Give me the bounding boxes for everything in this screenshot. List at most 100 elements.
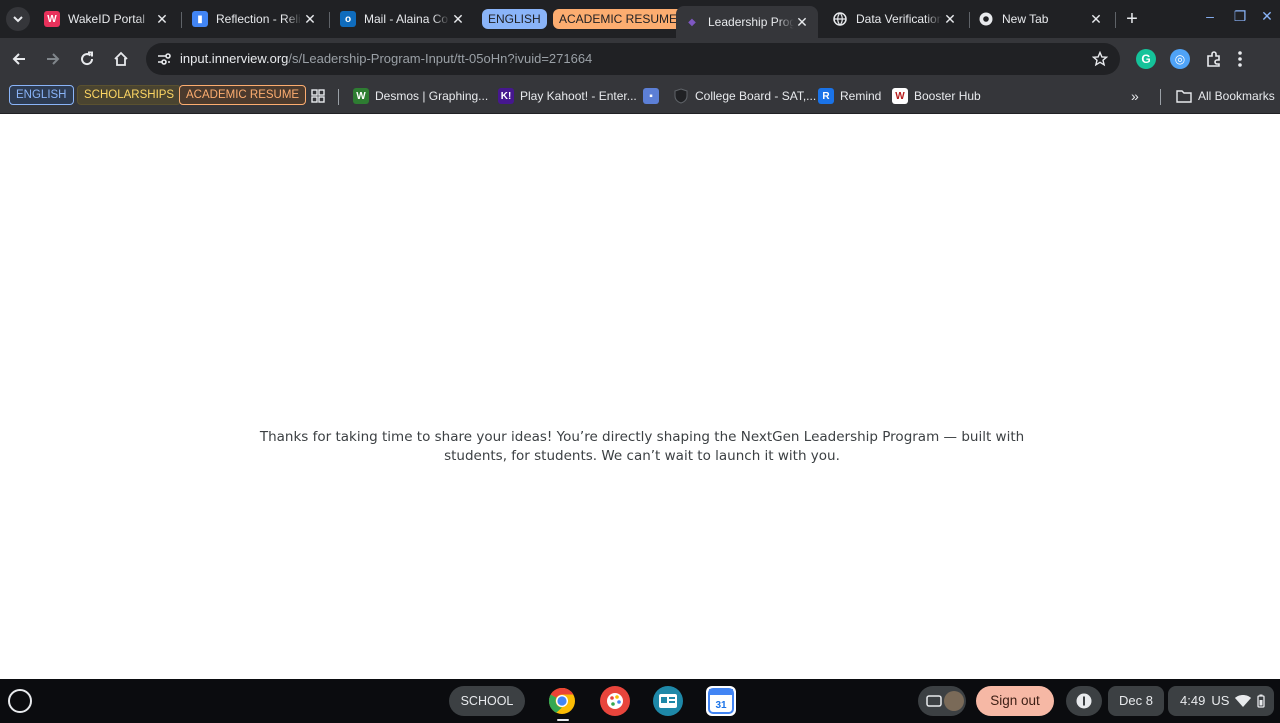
avatar (944, 691, 964, 711)
date-tray[interactable]: Dec 8 (1108, 686, 1164, 716)
tab-group-academic-resume[interactable]: ACADEMIC RESUME (553, 9, 684, 29)
reload-icon (81, 51, 94, 66)
bookmark-booster-hub[interactable]: W Booster Hub (892, 86, 981, 106)
kahoot-icon: K! (498, 88, 514, 104)
chevron-down-icon (13, 16, 23, 23)
close-icon[interactable]: ✕ (1088, 11, 1104, 28)
grammarly-icon[interactable]: G (1136, 49, 1156, 69)
bookmark-star-icon[interactable] (1090, 49, 1110, 69)
bookmark-separator (338, 89, 339, 105)
folder-icon (1176, 88, 1192, 104)
arrow-left-icon (12, 53, 25, 65)
desmos-icon: W (353, 88, 369, 104)
bookmark-site[interactable]: ▪ (643, 86, 665, 106)
bookmarks-bar: ENGLISH SCHOLARSHIPS ACADEMIC RESUME W D… (0, 80, 1280, 114)
double-chevron-right-icon: » (1131, 88, 1139, 104)
reload-button[interactable] (75, 47, 99, 71)
close-icon[interactable]: ✕ (942, 11, 958, 28)
bookmark-remind[interactable]: R Remind (818, 86, 881, 106)
booster-hub-icon: W (892, 88, 908, 104)
more-bookmarks-button[interactable]: » (1131, 86, 1139, 106)
outlook-mail-icon: o (340, 11, 356, 27)
sign-out-button[interactable]: Sign out (976, 686, 1054, 716)
info-icon (1076, 693, 1092, 709)
chromeos-shelf: SCHOOL 31 Sign out Dec 8 4:49 US (0, 679, 1280, 723)
all-bookmarks-button[interactable]: All Bookmarks (1176, 86, 1275, 106)
svg-text:31: 31 (715, 700, 727, 711)
calendar-app[interactable]: 31 (706, 686, 736, 716)
site-icon: ▪ (643, 88, 659, 104)
canvas-app[interactable] (600, 686, 630, 716)
remind-icon: R (818, 88, 834, 104)
tab-separator (1115, 12, 1116, 28)
classroom-app[interactable] (653, 686, 683, 716)
close-icon[interactable]: ✕ (794, 14, 810, 31)
apps-grid-icon (311, 89, 325, 103)
url-path: /s/Leadership-Program-Input/tt-05oHn?ivu… (288, 51, 593, 66)
bookmark-separator (1160, 89, 1161, 105)
tab-separator (181, 12, 182, 28)
tab-data-verification[interactable]: Data Verification ✕ (824, 4, 966, 34)
tab-new-tab[interactable]: New Tab ✕ (970, 4, 1112, 34)
url-text: input.innerview.org/s/Leadership-Program… (180, 51, 592, 66)
home-button[interactable] (109, 47, 133, 71)
tab-leadership-program[interactable]: ◆ Leadership Program ✕ (676, 6, 818, 38)
screen-capture-icon (926, 695, 942, 707)
bookmark-college-board[interactable]: College Board - SAT,... (673, 86, 816, 106)
address-bar[interactable]: input.innerview.org/s/Leadership-Program… (146, 43, 1120, 75)
forward-button[interactable] (41, 47, 65, 71)
restore-icon[interactable]: ❐ (1230, 8, 1250, 25)
thank-you-message: Thanks for taking time to share your ide… (259, 429, 1025, 464)
home-icon (114, 51, 128, 66)
wifi-icon (1235, 695, 1252, 707)
innerview-icon: ◆ (688, 16, 696, 28)
tab-search-button[interactable] (6, 7, 30, 31)
tab-strip: W WakeID Portal ✕ ▮ Reflection - Religio… (0, 0, 1280, 38)
launcher-button[interactable] (8, 689, 32, 713)
close-icon[interactable]: ✕ (154, 11, 170, 28)
notification-counter[interactable] (1066, 686, 1102, 716)
battery-icon (1257, 694, 1266, 708)
extension-blue-icon[interactable]: ◎ (1170, 49, 1190, 69)
holding-space-tray[interactable] (918, 686, 966, 716)
globe-icon (832, 11, 848, 27)
tab-reflection[interactable]: ▮ Reflection - Religion ✕ (184, 4, 326, 34)
status-tray[interactable]: 4:49 US (1168, 686, 1274, 716)
bookmark-group-academic-resume[interactable]: ACADEMIC RESUME (179, 85, 307, 105)
site-info-icon[interactable] (152, 47, 176, 71)
active-app-indicator (557, 719, 569, 721)
more-menu-icon[interactable] (1238, 50, 1242, 68)
tab-group-english[interactable]: ENGLISH (482, 9, 547, 29)
classroom-icon (659, 694, 677, 708)
bookmark-kahoot[interactable]: K! Play Kahoot! - Enter... (498, 86, 637, 106)
minimize-icon[interactable]: – (1200, 8, 1220, 24)
chrome-app[interactable] (547, 686, 577, 716)
puzzle-icon[interactable] (1204, 49, 1224, 69)
arrow-right-icon (47, 53, 60, 65)
window-close-icon[interactable]: ✕ (1257, 8, 1277, 25)
desk-button[interactable]: SCHOOL (449, 686, 525, 716)
tab-mail[interactable]: o Mail - Alaina Co ✕ (332, 4, 474, 34)
palette-icon (607, 693, 623, 709)
back-button[interactable] (7, 47, 31, 71)
page-content: Thanks for taking time to share your ide… (0, 114, 1280, 679)
apps-button[interactable] (310, 86, 326, 106)
ime-indicator: US (1211, 693, 1230, 708)
college-board-icon (673, 88, 689, 104)
url-host: input.innerview.org (180, 51, 289, 66)
browser-toolbar: input.innerview.org/s/Leadership-Program… (0, 38, 1280, 80)
bookmark-group-english[interactable]: ENGLISH (9, 85, 74, 105)
tab-wakeid[interactable]: W WakeID Portal ✕ (36, 4, 178, 34)
tab-separator (329, 12, 330, 28)
bookmark-group-scholarships[interactable]: SCHOLARSHIPS (77, 85, 182, 105)
clock: 4:49 (1180, 693, 1206, 708)
close-icon[interactable]: ✕ (450, 11, 466, 28)
chrome-icon (978, 11, 994, 27)
close-icon[interactable]: ✕ (302, 11, 318, 28)
calendar-icon: 31 (708, 688, 734, 714)
reflection-icon: ▮ (192, 11, 208, 27)
chrome-icon (548, 687, 575, 714)
wakeid-icon: W (44, 11, 60, 27)
new-tab-button[interactable]: + (1122, 7, 1142, 31)
bookmark-desmos[interactable]: W Desmos | Graphing... (353, 86, 488, 106)
